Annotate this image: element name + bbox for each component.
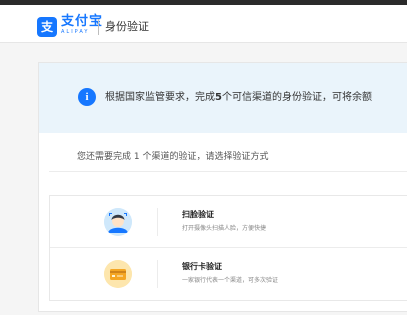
notice-text: 根据国家监管要求，完成5个可信渠道的身份验证，可将余额 (105, 92, 372, 103)
option-bank-card-verify[interactable]: 银行卡验证 一家银行代表一个渠道，可多次验证 (50, 248, 407, 300)
header-divider (98, 19, 99, 35)
remaining-prompt: 您还需要完成 1 个渠道的验证，请选择验证方式 (77, 152, 269, 162)
option-face-verify[interactable]: 扫脸验证 打开摄像头扫描人脸，方便快捷 (50, 196, 407, 248)
page-title: 身份验证 (105, 20, 149, 33)
section-divider (49, 171, 407, 172)
brand-name-cn: 支付宝 (61, 14, 104, 29)
bank-card-icon (104, 260, 132, 288)
face-scan-icon (104, 208, 132, 236)
brand-name-en: ALIPAY (61, 29, 90, 35)
alipay-logo-icon[interactable]: 支 (37, 17, 57, 37)
option-title: 扫脸验证 (182, 210, 214, 219)
info-icon: i (78, 88, 96, 106)
notice-banner: i 根据国家监管要求，完成5个可信渠道的身份验证，可将余额 (39, 63, 407, 133)
notice-count: 5 (215, 92, 222, 103)
verification-panel: i 根据国家监管要求，完成5个可信渠道的身份验证，可将余额 您还需要完成 1 个… (38, 62, 407, 312)
brand[interactable]: 支付宝 ALIPAY (61, 15, 103, 36)
option-description: 一家银行代表一个渠道，可多次验证 (182, 277, 279, 284)
option-title: 银行卡验证 (182, 262, 222, 271)
option-description: 打开摄像头扫描人脸，方便快捷 (182, 225, 267, 232)
verification-options: 扫脸验证 打开摄像头扫描人脸，方便快捷 银行卡验证 一家银行代表一个渠道，可多次… (49, 195, 407, 301)
option-divider (157, 208, 158, 236)
option-divider (157, 260, 158, 288)
header: 支 支付宝 ALIPAY 身份验证 (0, 5, 407, 43)
